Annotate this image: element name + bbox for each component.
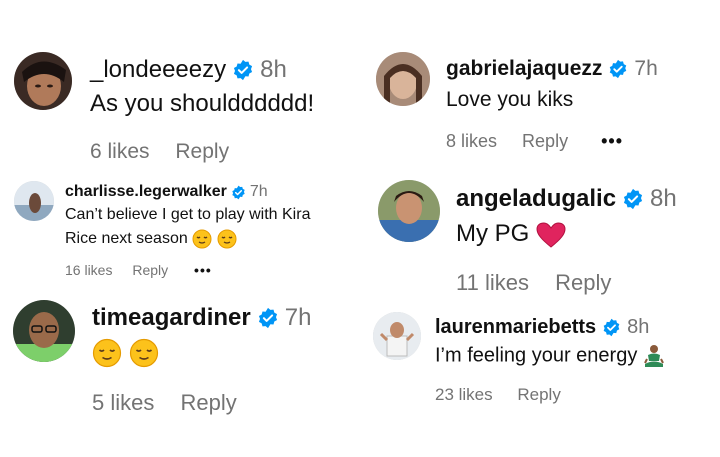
avatar[interactable] bbox=[14, 181, 54, 221]
reply-button[interactable]: Reply bbox=[132, 262, 168, 278]
likes-count[interactable]: 5 likes bbox=[92, 390, 154, 416]
comment-text: My PG bbox=[456, 220, 530, 247]
timestamp: 8h bbox=[260, 56, 287, 83]
relieved-face-icon bbox=[217, 229, 237, 249]
verified-badge-icon bbox=[257, 307, 279, 329]
timestamp: 7h bbox=[634, 57, 658, 80]
avatar[interactable] bbox=[13, 300, 75, 362]
verified-badge-icon bbox=[602, 318, 621, 337]
username[interactable]: _londeeeezy bbox=[90, 56, 226, 84]
verified-badge-icon bbox=[622, 188, 644, 210]
red-heart-icon bbox=[536, 222, 566, 248]
reply-button[interactable]: Reply bbox=[517, 385, 560, 405]
avatar[interactable] bbox=[14, 52, 72, 110]
verified-badge-icon bbox=[608, 59, 628, 79]
likes-count[interactable]: 6 likes bbox=[90, 140, 150, 164]
person-in-lotus-position-icon bbox=[643, 344, 665, 368]
relieved-face-icon bbox=[92, 338, 122, 368]
likes-count[interactable]: 8 likes bbox=[446, 131, 497, 152]
comment-text-line-1: Can’t believe I get to play with Kira bbox=[65, 206, 311, 223]
verified-badge-icon bbox=[231, 185, 246, 200]
username[interactable]: angeladugalic bbox=[456, 185, 616, 213]
timestamp: 7h bbox=[249, 183, 268, 200]
comment-text-line-2: Rice next season bbox=[65, 230, 188, 248]
more-options-icon[interactable]: ••• bbox=[194, 262, 212, 278]
timestamp: 8h bbox=[650, 185, 677, 212]
relieved-face-icon bbox=[129, 338, 159, 368]
reply-button[interactable]: Reply bbox=[555, 270, 611, 296]
comment-text: Love you kiks bbox=[446, 88, 574, 111]
username[interactable]: charlisse.legerwalker bbox=[65, 183, 227, 201]
avatar[interactable] bbox=[376, 52, 430, 106]
username[interactable]: gabrielajaquezz bbox=[446, 57, 602, 81]
verified-badge-icon bbox=[232, 59, 254, 81]
comment-text: I’m feeling your energy bbox=[435, 344, 638, 367]
comment-text: As you shouldddddd! bbox=[90, 90, 315, 117]
timestamp: 8h bbox=[627, 316, 650, 338]
username[interactable]: laurenmariebetts bbox=[435, 316, 596, 339]
avatar[interactable] bbox=[373, 312, 421, 360]
more-options-icon[interactable]: ••• bbox=[601, 131, 623, 152]
username[interactable]: timeagardiner bbox=[92, 304, 251, 332]
likes-count[interactable]: 16 likes bbox=[65, 262, 112, 278]
avatar[interactable] bbox=[378, 180, 440, 242]
reply-button[interactable]: Reply bbox=[522, 131, 568, 152]
timestamp: 7h bbox=[284, 304, 312, 331]
relieved-face-icon bbox=[192, 229, 212, 249]
reply-button[interactable]: Reply bbox=[175, 140, 229, 164]
likes-count[interactable]: 23 likes bbox=[435, 385, 493, 405]
reply-button[interactable]: Reply bbox=[180, 390, 236, 416]
likes-count[interactable]: 11 likes bbox=[456, 270, 529, 296]
